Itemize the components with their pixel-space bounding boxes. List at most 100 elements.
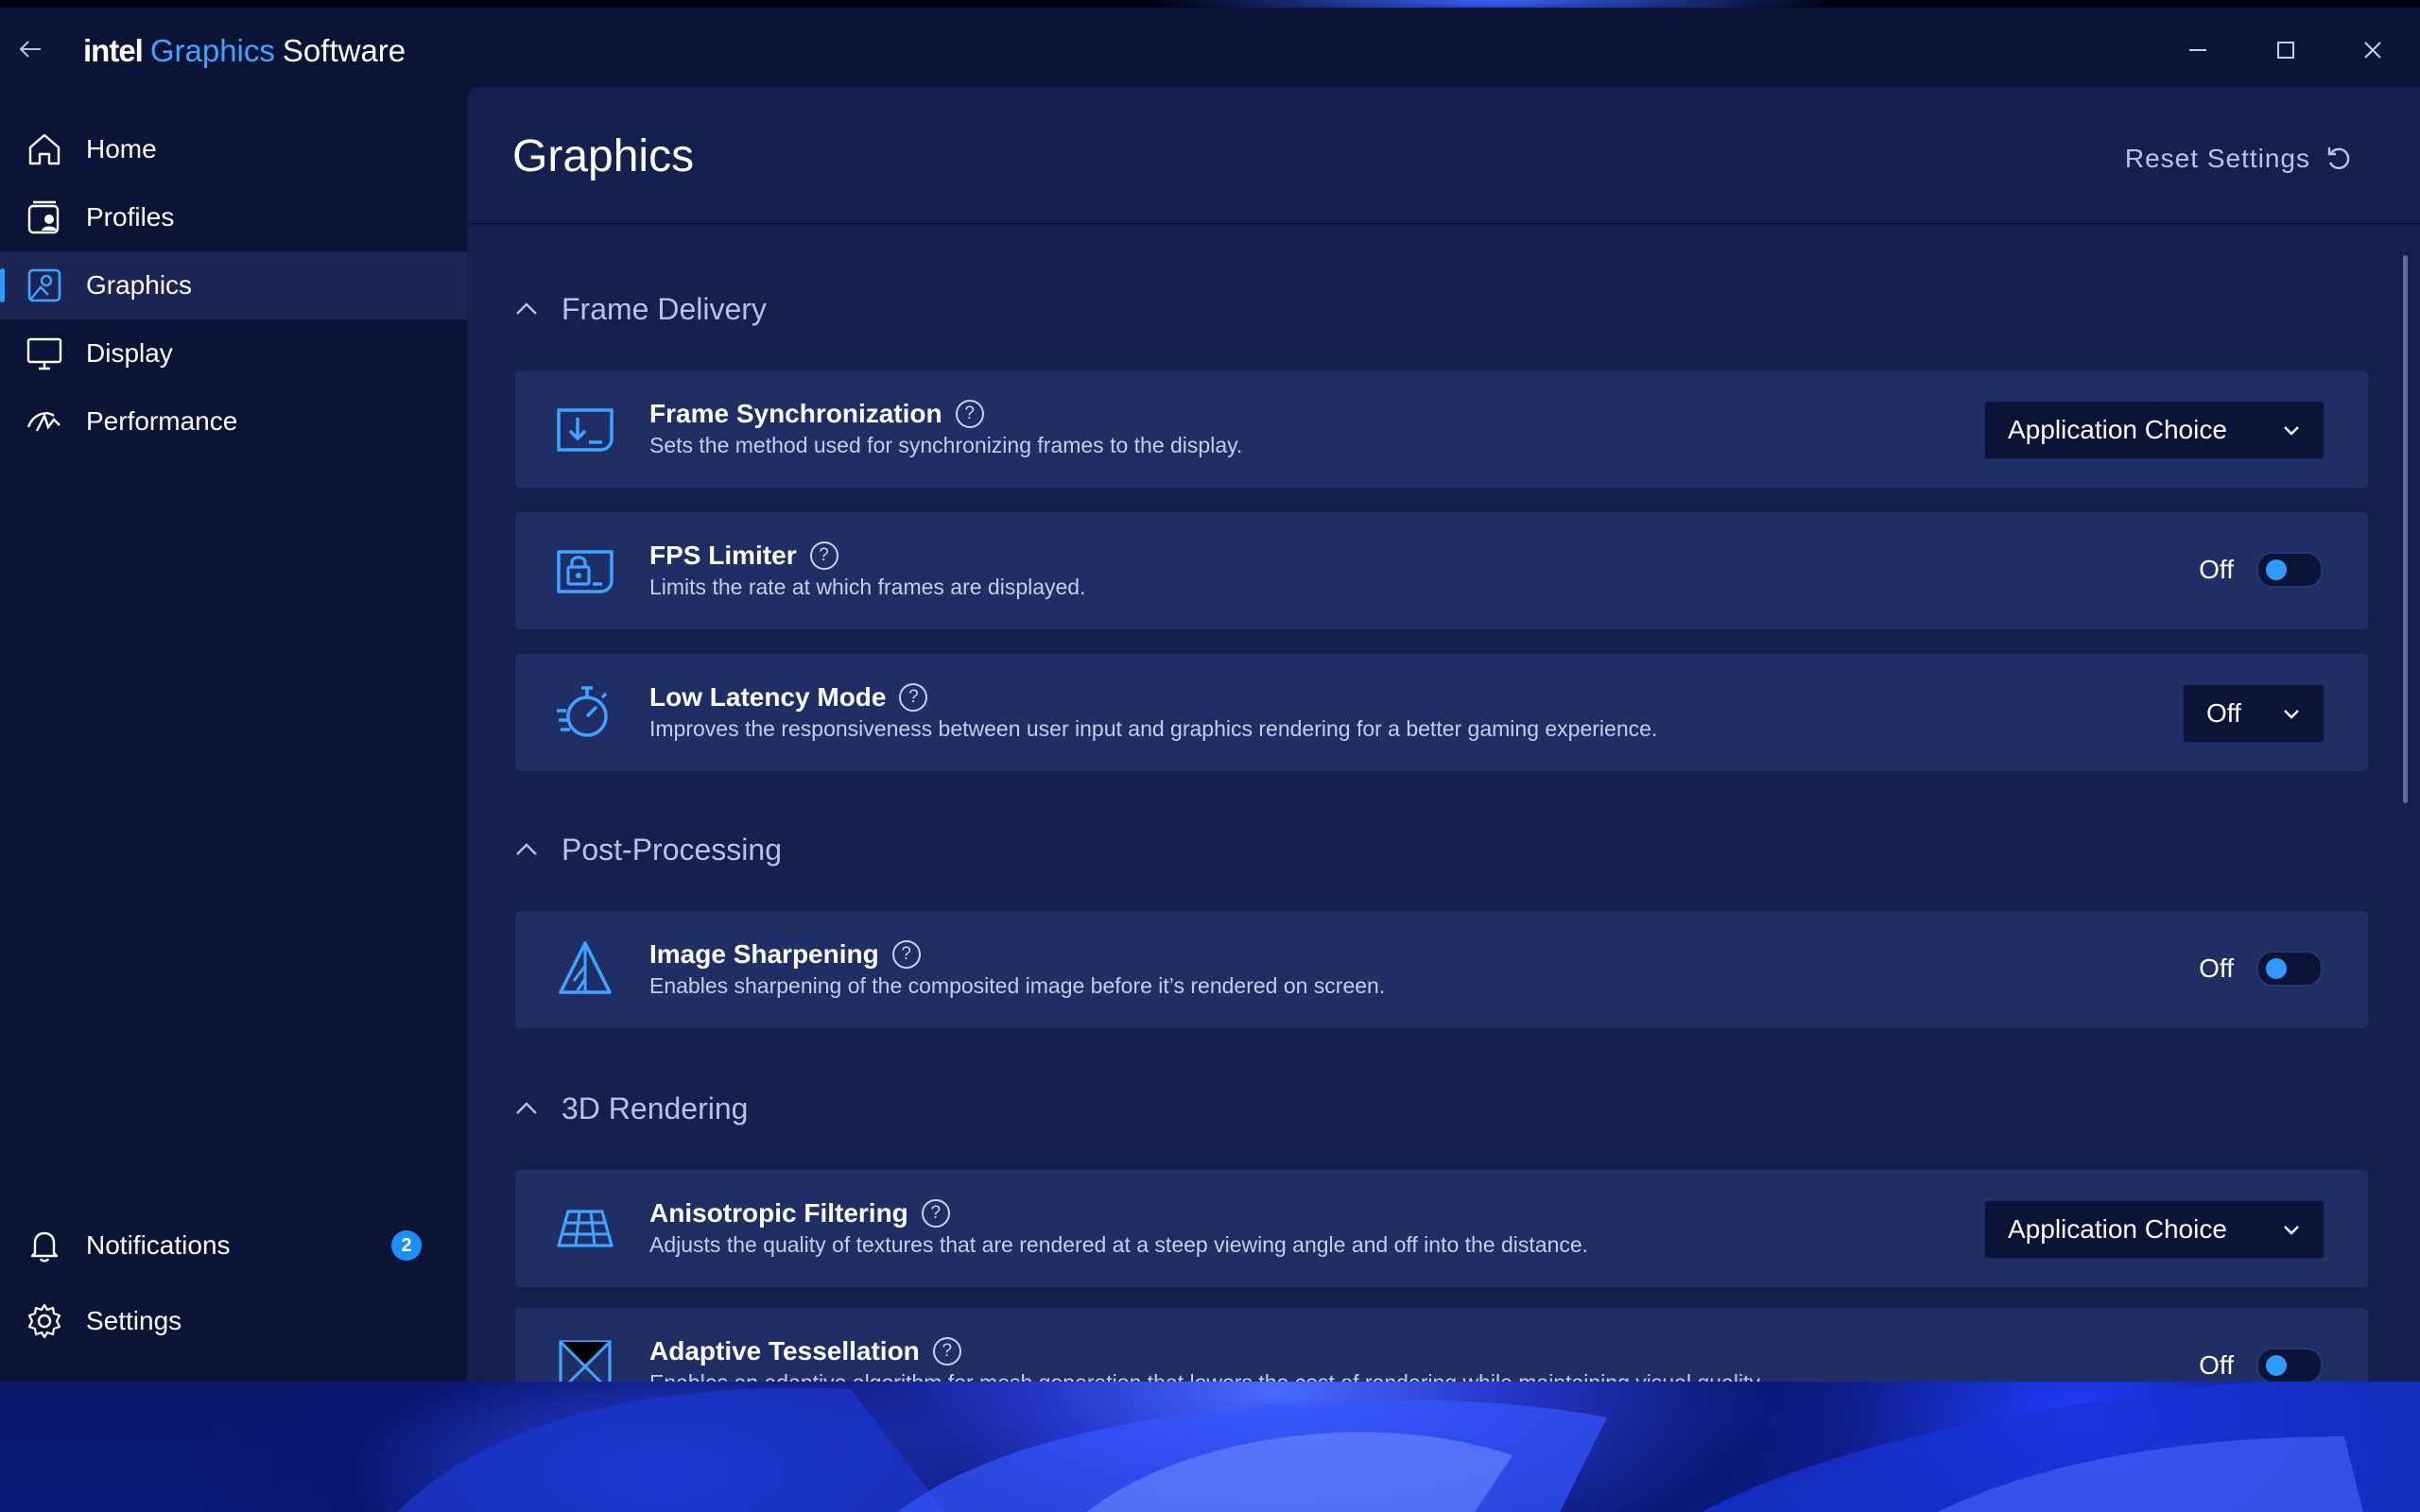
title-bar: intel Graphics Software [0,8,2420,91]
setting-description: Adjusts the quality of textures that are… [649,1232,1589,1257]
toggle-state-label: Off [2199,954,2234,983]
image-sharpening-toggle-group: Off [2199,951,2323,987]
setting-low-latency-mode: Low Latency Mode? Improves the responsiv… [515,654,2368,771]
section-title: 3D Rendering [562,1091,749,1125]
brand-intel: intel [83,33,144,68]
setting-frame-synchronization: Frame Synchronization? Sets the method u… [515,370,2368,488]
toggle-knob [2266,1355,2287,1376]
toggle-knob [2266,559,2287,580]
fps-limiter-toggle-group: Off [2199,552,2323,588]
chevron-up-icon [516,1102,537,1114]
sharpening-triangle-icon [553,937,617,1002]
chevron-up-icon [516,302,537,315]
setting-description: Enables an adaptive algorithm for mesh g… [649,1370,1765,1382]
frame-sync-icon [553,397,617,461]
setting-title-text: Image Sharpening [649,939,879,969]
setting-title: Image Sharpening? [649,939,921,970]
dropdown-value: Application Choice [2008,1214,2227,1244]
section-post-processing[interactable]: Post-Processing [512,826,782,873]
sidebar-item-display[interactable]: Display [0,319,467,387]
section-frame-delivery[interactable]: Frame Delivery [512,285,767,333]
fps-limiter-lock-icon [553,539,617,603]
low-latency-dropdown[interactable]: Off [2183,684,2325,743]
setting-fps-limiter: FPS Limiter? Limits the rate at which fr… [515,512,2368,629]
help-icon[interactable]: ? [955,400,984,428]
profiles-icon [25,198,64,237]
minimize-icon [2189,49,2206,51]
sidebar-item-profiles[interactable]: Profiles [0,183,467,251]
close-button[interactable] [2340,26,2406,74]
app-window: intel Graphics Software Home Profiles Gr… [0,8,2420,1382]
sidebar-item-label: Notifications [86,1230,231,1260]
sidebar-item-label: Performance [86,406,238,436]
help-icon[interactable]: ? [809,541,838,570]
scrollbar[interactable] [2403,255,2408,803]
sidebar: Home Profiles Graphics Display Performan… [0,91,467,1382]
display-icon [25,334,64,373]
app-brand: intel Graphics Software [83,32,406,70]
grid-perspective-icon [553,1196,617,1261]
adaptive-tessellation-toggle[interactable] [2256,1348,2323,1382]
setting-title-text: Anisotropic Filtering [649,1198,908,1228]
tessellation-icon [553,1334,617,1382]
close-icon [2364,42,2381,59]
bell-icon [25,1226,64,1265]
back-button[interactable] [9,28,51,70]
home-icon [25,129,64,169]
help-icon[interactable]: ? [891,940,921,969]
setting-title-text: Low Latency Mode [649,682,887,712]
minimize-button[interactable] [2165,26,2231,74]
sidebar-item-label: Settings [86,1306,182,1335]
setting-title: Adaptive Tessellation? [649,1336,961,1366]
sidebar-item-home[interactable]: Home [0,115,467,183]
frame-sync-dropdown[interactable]: Application Choice [1984,401,2325,459]
setting-image-sharpening: Image Sharpening? Enables sharpening of … [515,911,2368,1028]
chevron-up-icon [516,843,537,855]
setting-description: Sets the method used for synchronizing f… [649,433,1243,457]
dropdown-value: Off [2206,698,2241,728]
reset-settings-label: Reset Settings [2124,144,2310,173]
dropdown-value: Application Choice [2008,415,2227,444]
setting-title-text: Adaptive Tessellation [649,1336,920,1366]
sidebar-item-label: Display [86,338,173,368]
sidebar-item-label: Graphics [86,270,193,300]
reset-icon [2327,147,2350,170]
chevron-down-icon [2284,426,2299,436]
chevron-down-icon [2284,710,2299,719]
main-panel: Graphics Reset Settings Frame Delivery F… [467,87,2420,1382]
setting-description: Enables sharpening of the composited ima… [649,973,1386,998]
setting-title: Frame Synchronization? [649,399,984,429]
image-sharpening-toggle[interactable] [2256,951,2323,987]
setting-title: FPS Limiter? [649,541,838,571]
toggle-state-label: Off [2199,1350,2234,1380]
fps-limiter-toggle[interactable] [2256,552,2323,588]
performance-icon [25,402,64,441]
anisotropic-filtering-dropdown[interactable]: Application Choice [1984,1200,2325,1259]
back-arrow-icon [19,41,41,58]
notification-count-badge: 2 [391,1230,422,1261]
maximize-button[interactable] [2253,26,2319,74]
sidebar-item-label: Profiles [86,202,175,232]
brand-graphics: Graphics [149,33,275,68]
help-icon[interactable]: ? [932,1337,961,1366]
stopwatch-icon [553,680,617,745]
maximize-icon [2277,42,2294,59]
help-icon[interactable]: ? [921,1199,950,1228]
section-title: Post-Processing [562,832,782,867]
gear-icon [25,1301,64,1341]
sidebar-item-settings[interactable]: Settings [0,1287,467,1355]
sidebar-item-performance[interactable]: Performance [0,387,467,455]
graphics-icon [25,266,64,305]
setting-title-text: FPS Limiter [649,541,797,570]
help-icon[interactable]: ? [899,683,928,712]
section-3d-rendering[interactable]: 3D Rendering [512,1085,748,1132]
sidebar-item-notifications[interactable]: Notifications 2 [0,1211,467,1280]
sidebar-item-graphics[interactable]: Graphics [0,251,467,319]
reset-settings-button[interactable]: Reset Settings [2125,144,2354,174]
brand-software: Software [282,33,406,68]
setting-description: Improves the responsiveness between user… [649,716,1658,741]
section-title: Frame Delivery [562,291,767,326]
sidebar-item-label: Home [86,134,157,163]
chevron-down-icon [2284,1226,2299,1235]
toggle-knob [2266,958,2287,979]
